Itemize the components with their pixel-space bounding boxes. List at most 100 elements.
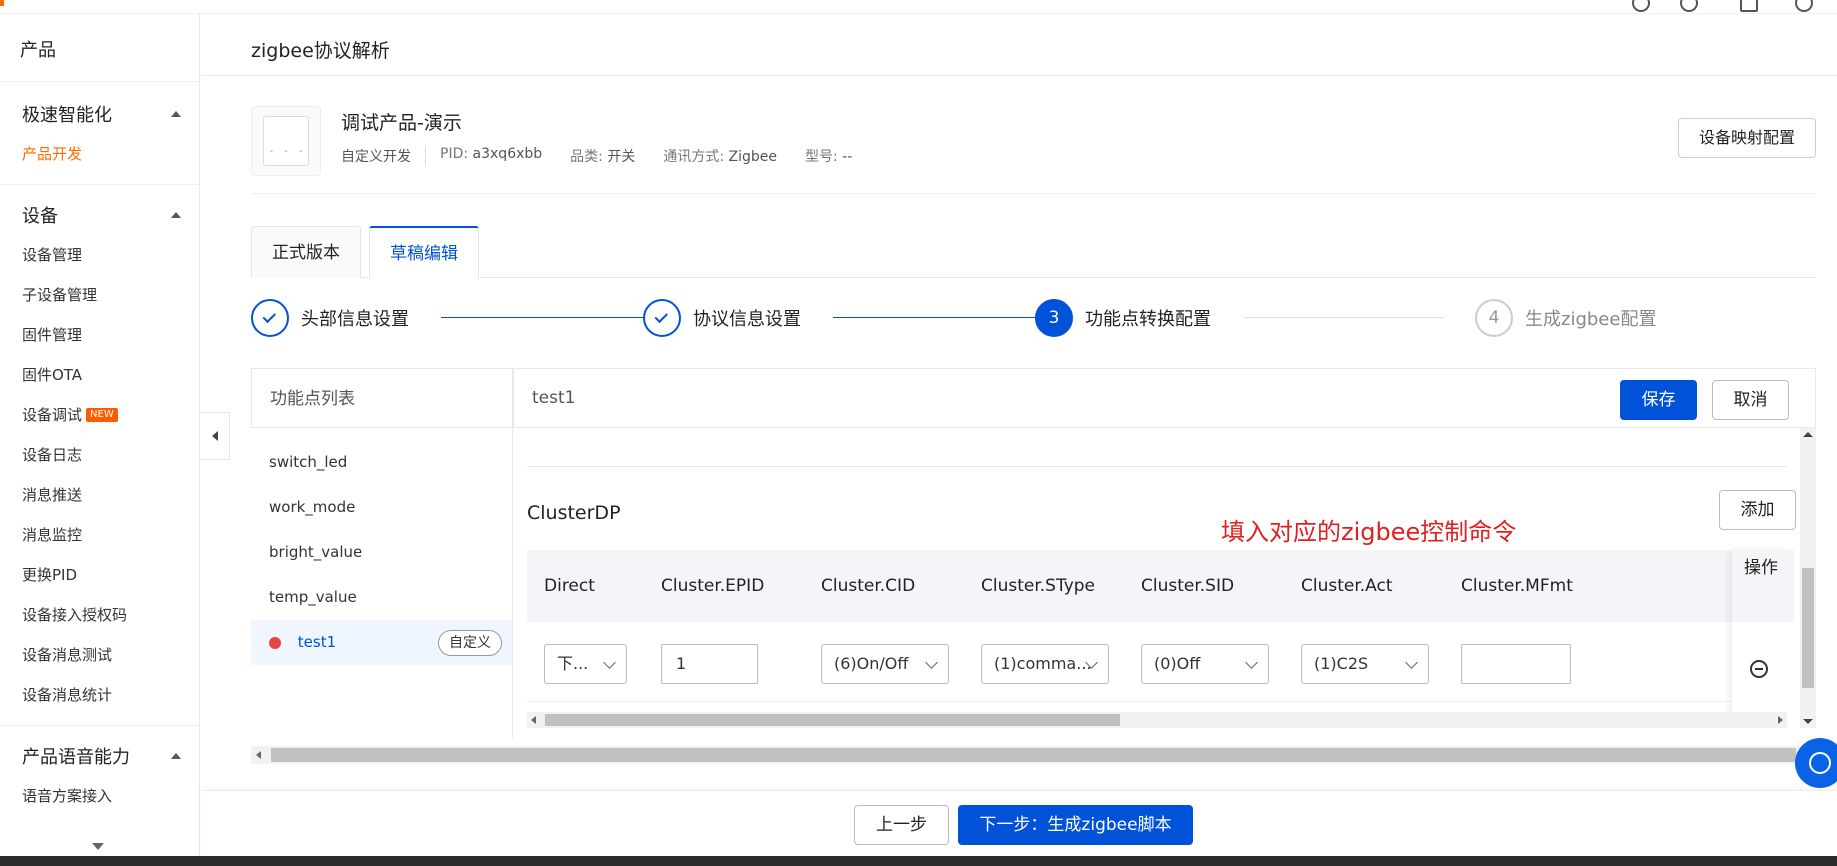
help-icon[interactable] — [1632, 0, 1650, 12]
prev-step-button[interactable]: 上一步 — [854, 805, 949, 845]
product-pid: PID: a3xq6xbb — [425, 146, 556, 166]
save-button[interactable]: 保存 — [1620, 380, 1697, 420]
sidebar-item-label: 消息监控 — [22, 526, 83, 544]
sidebar-group-fast-intelligent[interactable]: 极速智能化 — [0, 94, 199, 134]
step-label: 功能点转换配置 — [1085, 309, 1211, 330]
step-number: 4 — [1475, 299, 1513, 337]
apps-icon[interactable] — [1740, 0, 1758, 12]
scroll-down-icon[interactable] — [1803, 719, 1813, 724]
cancel-button[interactable]: 取消 — [1712, 380, 1789, 420]
table-row: 下... 1 (6)On/Off (1)comma... (0)Off (1)C… — [527, 622, 1732, 702]
sidebar-group-voice[interactable]: 产品语音能力 — [0, 736, 199, 776]
act-cell: (1)C2S — [1301, 644, 1429, 684]
product-model: 型号: -- — [791, 146, 866, 166]
dp-detail-body: ClusterDP 填入对应的zigbee控制命令 添加 Direct Clus… — [513, 428, 1816, 738]
chevron-down-icon — [925, 656, 938, 669]
list-item-active[interactable]: test1 自定义 — [251, 620, 512, 665]
panel-mark: - — [284, 146, 288, 157]
sidebar-item-label: 设备消息统计 — [22, 686, 113, 704]
sidebar-item-msg-monitor[interactable]: 消息监控 — [0, 515, 199, 555]
sidebar-item-auth-code[interactable]: 设备接入授权码 — [0, 595, 199, 635]
sid-cell: (0)Off — [1141, 644, 1269, 684]
column-header: Cluster.SID — [1141, 576, 1235, 596]
collapse-up-icon — [171, 111, 181, 117]
list-item[interactable]: temp_value — [251, 575, 512, 620]
sidebar-item-device-debug[interactable]: 设备调试 NEW — [0, 395, 199, 435]
stype-cell: (1)comma... — [981, 644, 1109, 684]
remove-row-icon[interactable] — [1750, 660, 1768, 678]
scrollbar-thumb[interactable] — [271, 748, 1796, 762]
stype-select[interactable]: (1)comma... — [981, 644, 1109, 684]
sid-select[interactable]: (0)Off — [1141, 644, 1269, 684]
category-label: 品类: — [570, 149, 603, 165]
sidebar-item-device-log[interactable]: 设备日志 — [0, 435, 199, 475]
comm-value: Zigbee — [728, 149, 777, 165]
scroll-up-icon[interactable] — [1803, 432, 1813, 437]
sidebar-item-firmware-ota[interactable]: 固件OTA — [0, 355, 199, 395]
product-info: - - - 调试产品-演示 自定义开发 PID: a3xq6xbb 品类: 开关… — [251, 106, 1816, 194]
dp-detail: test1 保存 取消 ClusterDP 填入对应的zigbee控制命令 添加… — [513, 368, 1816, 738]
next-step-button[interactable]: 下一步：生成zigbee脚本 — [958, 805, 1193, 845]
category-value: 开关 — [607, 149, 636, 165]
list-item[interactable]: bright_value — [251, 530, 512, 575]
detail-vertical-scrollbar[interactable] — [1800, 428, 1816, 728]
list-item[interactable]: switch_led — [251, 440, 512, 485]
user-icon[interactable] — [1795, 0, 1813, 12]
sidebar-item-label: 固件管理 — [22, 326, 83, 344]
scroll-left-icon[interactable] — [256, 751, 261, 759]
add-button[interactable]: 添加 — [1719, 490, 1796, 530]
sidebar-item-msg-push[interactable]: 消息推送 — [0, 475, 199, 515]
scrollbar-thumb[interactable] — [545, 714, 1120, 726]
scrollbar-thumb[interactable] — [1802, 568, 1814, 688]
tab-draft-edit[interactable]: 草稿编辑 — [369, 226, 479, 279]
chevron-down-icon — [603, 656, 616, 669]
sidebar-item-voice-access[interactable]: 语音方案接入 — [0, 776, 199, 816]
column-header: Cluster.EPID — [661, 576, 765, 596]
collapse-up-icon — [171, 212, 181, 218]
product-category: 品类: 开关 — [556, 146, 649, 166]
sidebar-item-label: 更换PID — [22, 566, 78, 584]
direct-select[interactable]: 下... — [544, 644, 627, 684]
editor-horizontal-scrollbar[interactable] — [251, 746, 1816, 764]
sidebar-item-change-pid[interactable]: 更换PID — [0, 555, 199, 595]
column-header: Cluster.MFmt — [1461, 576, 1573, 596]
panel-mark: - — [298, 146, 303, 157]
sidebar-item-product-dev[interactable]: 产品开发 — [0, 134, 199, 174]
sidebar-item-label: 固件OTA — [22, 366, 83, 384]
act-select[interactable]: (1)C2S — [1301, 644, 1429, 684]
device-mapping-button[interactable]: 设备映射配置 — [1677, 118, 1816, 158]
dp-detail-header: test1 保存 取消 — [513, 368, 1816, 428]
chat-icon — [1809, 752, 1831, 774]
table-horizontal-scrollbar[interactable] — [527, 712, 1787, 728]
chat-support-button[interactable] — [1795, 738, 1837, 788]
cid-cell: (6)On/Off — [821, 644, 949, 684]
collapse-up-icon — [171, 753, 181, 759]
select-value: (1)C2S — [1314, 654, 1369, 673]
operation-column: 操作 — [1732, 550, 1794, 720]
sidebar-top-label[interactable]: 产品 — [0, 14, 199, 82]
sidebar-item-msg-test[interactable]: 设备消息测试 — [0, 635, 199, 675]
scroll-left-icon[interactable] — [531, 716, 536, 724]
scroll-down-icon[interactable] — [92, 843, 104, 850]
tab-official-version[interactable]: 正式版本 — [251, 226, 361, 278]
select-value: (0)Off — [1154, 654, 1201, 673]
cid-select[interactable]: (6)On/Off — [821, 644, 949, 684]
sidebar-item-msg-stats[interactable]: 设备消息统计 — [0, 675, 199, 715]
mfmt-input[interactable] — [1461, 644, 1571, 684]
sidebar-divider — [0, 725, 199, 726]
list-item[interactable]: work_mode — [251, 485, 512, 530]
select-value: (6)On/Off — [834, 654, 909, 673]
sidebar-item-label: 设备调试 — [22, 406, 83, 424]
sidebar-item-label: 语音方案接入 — [22, 787, 113, 805]
sidebar-item-device-mgmt[interactable]: 设备管理 — [0, 235, 199, 275]
sidebar-group-device[interactable]: 设备 — [0, 195, 199, 235]
step-generate-config: 4 生成zigbee配置 — [1475, 296, 1656, 340]
cluster-dp-title: ClusterDP — [527, 502, 621, 524]
footer-actions: 上一步 下一步：生成zigbee脚本 — [201, 790, 1837, 856]
scroll-right-icon[interactable] — [1778, 716, 1783, 724]
step-protocol-settings: 协议信息设置 — [643, 296, 801, 340]
sidebar-item-subdevice-mgmt[interactable]: 子设备管理 — [0, 275, 199, 315]
epid-input[interactable]: 1 — [661, 644, 758, 684]
sidebar-item-firmware-mgmt[interactable]: 固件管理 — [0, 315, 199, 355]
bell-icon[interactable] — [1680, 0, 1698, 12]
